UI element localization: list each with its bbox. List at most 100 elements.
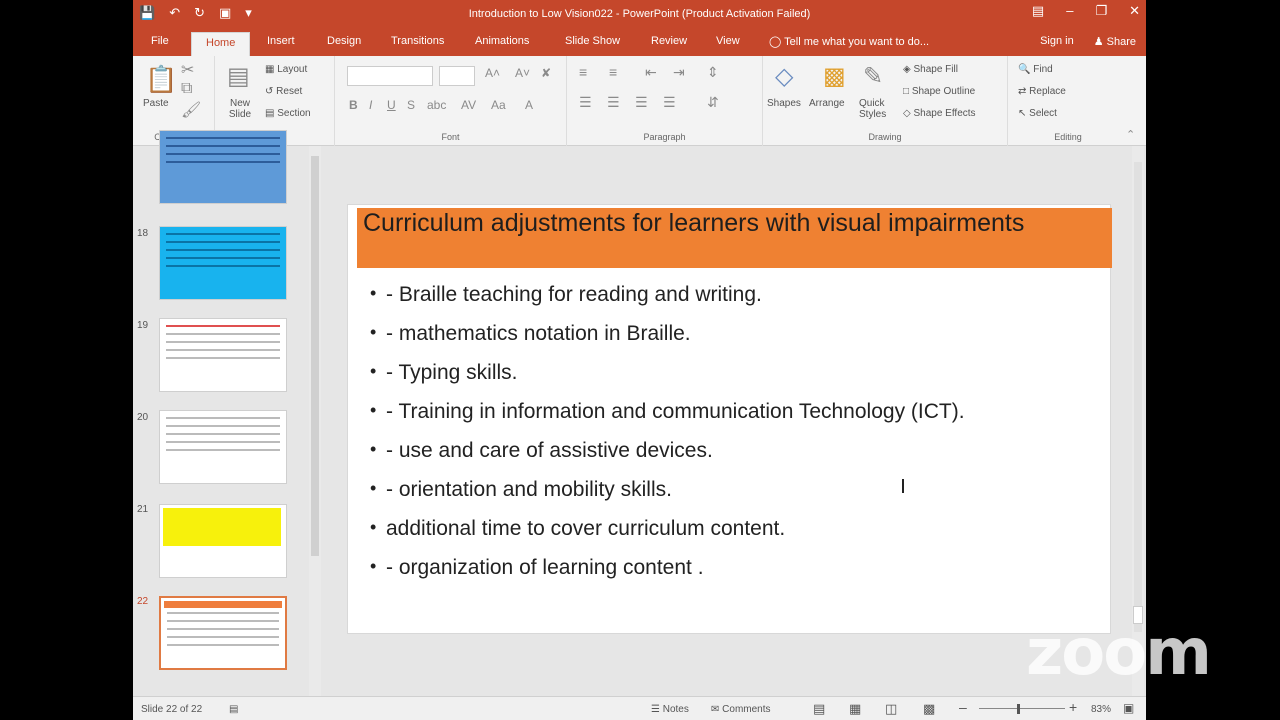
decrease-font-icon[interactable]: A˅ — [515, 66, 530, 80]
bullet-item[interactable]: - Typing skills. — [370, 357, 1090, 387]
sign-in-link[interactable]: Sign in — [1040, 35, 1074, 48]
tab-review[interactable]: Review — [651, 35, 687, 47]
copy-icon[interactable]: ⧉ — [181, 80, 192, 98]
shape-outline-button[interactable]: □ Shape Outline — [903, 86, 975, 97]
format-painter-icon[interactable]: 🖌 — [181, 100, 201, 120]
bullet-item[interactable]: - mathematics notation in Braille. — [370, 318, 1090, 348]
tab-view[interactable]: View — [716, 35, 740, 47]
bullets-icon[interactable]: ≡ — [579, 64, 587, 80]
share-button[interactable]: ♟ Share — [1094, 35, 1136, 48]
thumbnail-slide-17[interactable] — [159, 130, 287, 204]
slide-canvas[interactable]: Curriculum adjustments for learners with… — [347, 204, 1112, 634]
bullet-item[interactable]: - organization of learning content . — [370, 552, 1090, 582]
tab-home[interactable]: Home — [191, 32, 251, 56]
justify-icon[interactable]: ☰ — [663, 94, 676, 111]
slide-sorter-icon[interactable]: ▦ — [849, 701, 861, 717]
quick-styles-icon[interactable]: ✎ — [863, 62, 883, 91]
bullet-item[interactable]: additional time to cover curriculum cont… — [370, 513, 1090, 543]
font-size-box[interactable] — [439, 66, 475, 86]
notes-button[interactable]: ☰ Notes — [651, 704, 689, 715]
ribbon-display-icon[interactable]: ▤ — [1032, 3, 1044, 19]
tab-transitions[interactable]: Transitions — [391, 35, 444, 47]
minimize-icon[interactable]: – — [1066, 3, 1073, 19]
slide-show-icon[interactable]: ▩ — [923, 701, 935, 717]
line-spacing-icon[interactable]: ⇕ — [707, 64, 719, 81]
thumbnail-scrollbar[interactable] — [309, 146, 321, 696]
arrange-icon[interactable]: ▩ — [823, 62, 846, 91]
thumbnail-slide-19[interactable] — [159, 318, 287, 392]
find-button[interactable]: 🔍 Find — [1018, 64, 1053, 75]
thumb-line — [166, 161, 280, 163]
thumbnail-slide-21[interactable] — [159, 504, 287, 578]
window-controls: ▤ – ❐ ✕ — [1032, 3, 1140, 19]
zoom-level[interactable]: 83% — [1091, 704, 1111, 715]
align-left-icon[interactable]: ☰ — [579, 94, 592, 111]
increase-font-icon[interactable]: A˄ — [485, 66, 500, 80]
shadow-icon[interactable]: S — [407, 98, 415, 112]
zoom-in-icon[interactable]: + — [1069, 699, 1077, 715]
slide-title[interactable]: Curriculum adjustments for learners with… — [357, 208, 1112, 268]
tab-slide-show[interactable]: Slide Show — [565, 35, 620, 47]
clear-formatting-icon[interactable]: ✘ — [541, 66, 551, 80]
zoom-slider[interactable] — [979, 708, 1065, 709]
shapes-label[interactable]: Shapes — [767, 98, 801, 109]
thumb-line — [166, 233, 280, 235]
character-spacing-icon[interactable]: AV — [461, 98, 476, 112]
shape-effects-button[interactable]: ◇ Shape Effects — [903, 108, 976, 119]
layout-button[interactable]: ▦ Layout — [265, 64, 307, 75]
bullet-item[interactable]: - use and care of assistive devices. — [370, 435, 1090, 465]
tab-insert[interactable]: Insert — [267, 35, 295, 47]
fit-to-window-icon[interactable]: ▣ — [1123, 701, 1134, 715]
align-right-icon[interactable]: ☰ — [635, 94, 648, 111]
quick-styles-label[interactable]: Quick Styles — [859, 98, 899, 120]
italic-icon[interactable]: I — [369, 98, 372, 112]
decrease-indent-icon[interactable]: ⇤ — [645, 64, 657, 81]
font-name-box[interactable] — [347, 66, 433, 86]
reset-button[interactable]: ↺ Reset — [265, 86, 302, 97]
thumbnail-number: 21 — [137, 504, 149, 515]
tab-design[interactable]: Design — [327, 35, 361, 47]
reading-view-icon[interactable]: ◫ — [885, 701, 897, 717]
slide-bullet-list[interactable]: - Braille teaching for reading and writi… — [370, 279, 1090, 593]
text-direction-icon[interactable]: ⇵ — [707, 94, 719, 111]
zoom-slider-handle[interactable] — [1017, 704, 1020, 714]
normal-view-icon[interactable]: ▤ — [813, 701, 825, 717]
tell-me-box[interactable]: ◯ Tell me what you want to do... — [769, 35, 929, 48]
maximize-icon[interactable]: ❐ — [1095, 3, 1107, 19]
close-icon[interactable]: ✕ — [1129, 3, 1140, 19]
replace-button[interactable]: ⇄ Replace — [1018, 86, 1066, 97]
center-icon[interactable]: ☰ — [607, 94, 620, 111]
paste-label[interactable]: Paste — [143, 98, 169, 109]
thumbnail-slide-18[interactable] — [159, 226, 287, 300]
bullet-item[interactable]: - orientation and mobility skills. — [370, 474, 1090, 504]
select-button[interactable]: ↖ Select — [1018, 108, 1057, 119]
collapse-ribbon-icon[interactable]: ⌃ — [1126, 128, 1135, 141]
thumbnail-slide-22[interactable] — [159, 596, 287, 670]
shape-fill-button[interactable]: ◈ Shape Fill — [903, 64, 958, 75]
thumbnail-slide-20[interactable] — [159, 410, 287, 484]
cut-icon[interactable]: ✂ — [181, 60, 194, 80]
tab-animations[interactable]: Animations — [475, 35, 529, 47]
change-case-icon[interactable]: Aa — [491, 98, 506, 112]
zoom-out-icon[interactable]: – — [959, 699, 967, 715]
arrange-label[interactable]: Arrange — [809, 98, 845, 109]
bullet-item[interactable]: - Training in information and communicat… — [370, 396, 1090, 426]
underline-icon[interactable]: U — [387, 98, 396, 112]
paste-icon[interactable]: 📋 — [145, 64, 177, 95]
strikethrough-icon[interactable]: abc — [427, 98, 446, 112]
new-slide-icon[interactable]: ▤ — [227, 62, 250, 91]
slide-scrollbar[interactable] — [1132, 146, 1144, 696]
tab-file[interactable]: File — [151, 35, 169, 47]
font-color-icon[interactable]: A — [525, 98, 533, 112]
section-button[interactable]: ▤ Section — [265, 108, 311, 119]
increase-indent-icon[interactable]: ⇥ — [673, 64, 685, 81]
bold-icon[interactable]: B — [349, 98, 358, 112]
new-slide-label[interactable]: New Slide — [223, 98, 257, 120]
shapes-icon[interactable]: ◇ — [775, 62, 793, 91]
comments-button[interactable]: ✉ Comments — [711, 704, 771, 715]
bullet-item[interactable]: - Braille teaching for reading and writi… — [370, 279, 1090, 309]
editing-group-label: Editing — [1054, 132, 1082, 142]
scroll-thumb[interactable] — [311, 156, 319, 556]
numbering-icon[interactable]: ≡ — [609, 64, 617, 80]
spellcheck-icon[interactable]: ▤ — [229, 704, 238, 715]
